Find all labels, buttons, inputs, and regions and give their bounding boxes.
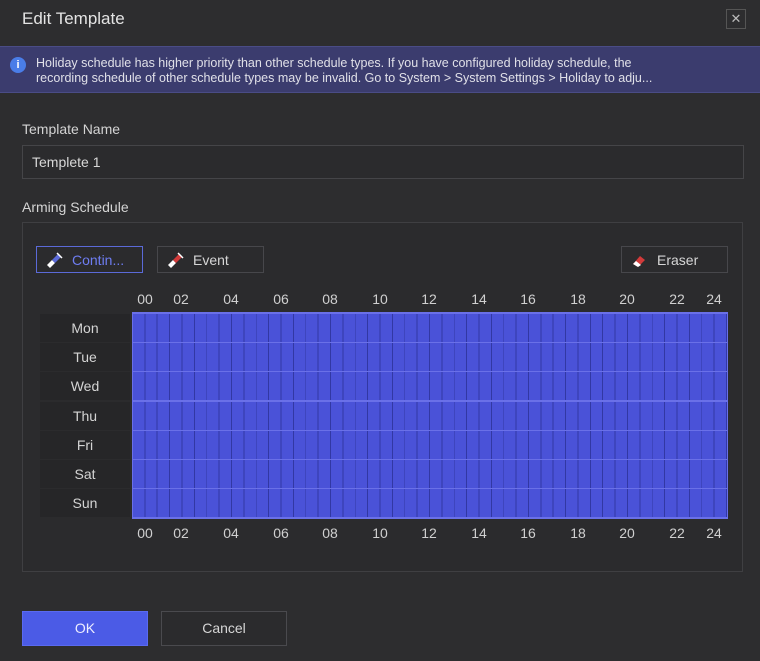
hour-label: 06 [273,291,289,307]
hour-label: 14 [471,525,487,541]
info-icon: i [10,57,26,73]
hour-label: 22 [669,525,685,541]
edit-template-dialog: Edit Template ✕ i Holiday schedule has h… [0,0,760,661]
hour-label: 02 [173,291,189,307]
day-label-thu: Thu [40,401,130,430]
hour-label: 04 [223,525,239,541]
ok-button[interactable]: OK [22,611,148,646]
hour-label: 00 [137,525,153,541]
eraser-icon [633,256,645,267]
hour-label: 22 [669,291,685,307]
day-label-sat: Sat [40,460,130,488]
eraser-tool-button[interactable]: Eraser [621,246,728,273]
arming-schedule-label: Arming Schedule [22,199,129,215]
hour-label: 08 [322,525,338,541]
hour-label: 10 [372,291,388,307]
day-label-sun: Sun [40,489,130,518]
event-tool-button[interactable]: Event [157,246,264,273]
continuous-brush-icon [47,252,63,268]
hour-label: 06 [273,525,289,541]
template-name-input[interactable] [22,145,744,179]
info-text: Holiday schedule has higher priority tha… [36,56,746,86]
schedule-row-thu[interactable] [133,401,727,430]
schedule-row-sun[interactable] [133,489,727,518]
hour-label: 20 [619,291,635,307]
continuous-tool-label: Contin... [72,252,125,268]
day-label-mon: Mon [40,314,130,342]
schedule-row-wed[interactable] [133,372,727,401]
info-line-1: Holiday schedule has higher priority tha… [36,56,632,70]
cancel-button[interactable]: Cancel [161,611,287,646]
event-brush-icon [168,252,184,268]
schedule-row-sat[interactable] [133,460,727,488]
info-line-2: recording schedule of other schedule typ… [36,71,653,85]
day-label-wed: Wed [40,372,130,401]
hour-label: 16 [520,291,536,307]
hour-label: 00 [137,291,153,307]
hour-label: 24 [706,291,722,307]
close-icon[interactable]: ✕ [726,9,746,29]
hour-label: 14 [471,291,487,307]
schedule-row-tue[interactable] [133,343,727,372]
hour-label: 10 [372,525,388,541]
hour-label: 04 [223,291,239,307]
eraser-tool-label: Eraser [657,252,699,268]
hour-label: 18 [570,291,586,307]
event-tool-label: Event [193,252,229,268]
schedule-row-fri[interactable] [133,430,727,459]
schedule-row-mon[interactable] [133,314,727,342]
info-banner: i Holiday schedule has higher priority t… [0,46,760,93]
dialog-title: Edit Template [22,9,125,28]
hour-label: 12 [421,291,437,307]
hour-label: 02 [173,525,189,541]
hour-label: 20 [619,525,635,541]
hour-label: 24 [706,525,722,541]
template-name-label: Template Name [22,121,121,137]
hour-label: 16 [520,525,536,541]
day-label-fri: Fri [40,430,130,459]
day-label-tue: Tue [40,343,130,372]
continuous-tool-button[interactable]: Contin... [36,246,143,273]
hour-label: 18 [570,525,586,541]
dialog-title-bar: Edit Template ✕ [0,0,760,38]
hour-label: 08 [322,291,338,307]
hour-label: 12 [421,525,437,541]
